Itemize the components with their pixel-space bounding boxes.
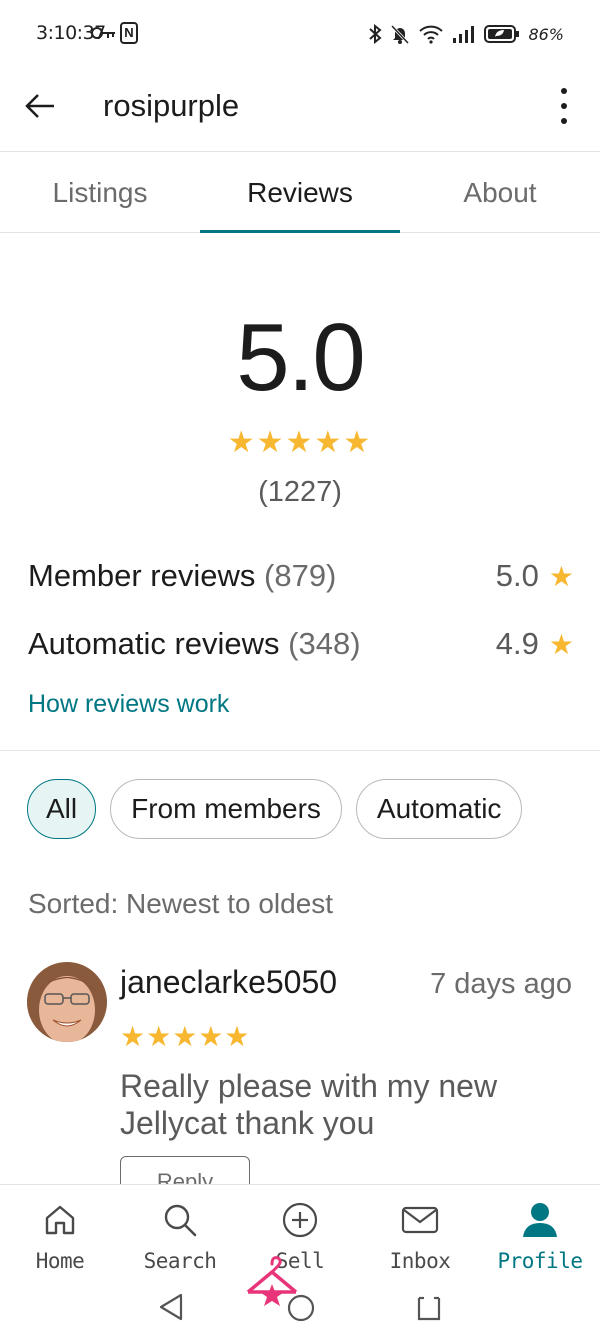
review-stars: ★★★★★ <box>120 1021 251 1052</box>
mail-icon <box>399 1199 441 1241</box>
hanger-icon <box>246 1256 298 1306</box>
review-text: Really please with my new Jellycat thank… <box>120 1068 498 1141</box>
automatic-reviews-label: Automatic reviews (348) <box>28 626 361 662</box>
member-reviews-score: 5.0 ★ <box>496 558 574 594</box>
wifi-icon <box>419 25 444 44</box>
system-navigation <box>0 1280 600 1340</box>
app-header: rosipurple <box>0 70 600 152</box>
nav-inbox-label: Inbox <box>389 1249 451 1273</box>
search-icon <box>159 1199 201 1241</box>
member-reviews-row: Member reviews (879) 5.0 ★ <box>28 556 574 596</box>
sort-label[interactable]: Sorted: Newest to oldest <box>28 888 333 920</box>
battery-level: 86% <box>528 24 564 44</box>
how-reviews-work-link[interactable]: How reviews work <box>28 690 229 719</box>
tab-about[interactable]: About <box>400 153 600 232</box>
member-score-value: 5.0 <box>495 558 539 593</box>
battery-icon <box>484 25 520 43</box>
more-options-button[interactable] <box>552 84 576 128</box>
status-bar: 3:10:37 N 86% <box>0 0 600 70</box>
tab-reviews[interactable]: Reviews <box>200 153 400 233</box>
automatic-reviews-row: Automatic reviews (348) 4.9 ★ <box>28 624 574 664</box>
bottom-navigation: Home Search Sell Inbox Profile <box>0 1184 600 1280</box>
bell-off-icon <box>391 24 410 44</box>
back-button[interactable] <box>20 86 60 126</box>
star-icon: ★ <box>548 628 574 660</box>
arrow-left-icon <box>25 94 54 118</box>
home-icon <box>39 1199 81 1241</box>
overall-stars: ★★★★★ <box>227 426 373 459</box>
nav-profile[interactable]: Profile <box>480 1185 600 1280</box>
review-filters: All From members Automatic <box>27 779 523 839</box>
member-reviews-label: Member reviews (879) <box>28 558 336 594</box>
more-dot-icon <box>561 118 567 124</box>
member-reviews-count: (879) <box>264 558 337 593</box>
key-icon <box>91 27 115 39</box>
nav-search-label: Search <box>143 1249 217 1273</box>
member-reviews-title: Member reviews <box>28 558 256 593</box>
avatar-image <box>27 962 107 1042</box>
person-icon <box>519 1199 561 1241</box>
nav-home[interactable]: Home <box>0 1185 120 1280</box>
status-icons: 86% <box>368 22 564 46</box>
more-dot-icon <box>561 88 567 94</box>
review-item: janeclarke5050 7 days ago ★★★★★ Really p… <box>0 960 600 1185</box>
page-title: rosipurple <box>103 88 240 123</box>
tab-listings[interactable]: Listings <box>0 153 200 232</box>
filter-automatic-chip[interactable]: Automatic <box>355 779 523 839</box>
review-time: 7 days ago <box>430 968 572 1000</box>
plus-circle-icon <box>279 1199 321 1241</box>
system-recent-apps-icon[interactable] <box>416 1294 442 1322</box>
bluetooth-icon <box>369 24 382 44</box>
automatic-score-value: 4.9 <box>495 626 539 661</box>
profile-tabs: Listings Reviews About <box>0 153 600 233</box>
nfc-icon: N <box>120 22 138 44</box>
star-icon: ★ <box>548 560 574 592</box>
overall-review-count: (1227) <box>258 476 342 508</box>
automatic-reviews-title: Automatic reviews <box>28 626 280 661</box>
review-username[interactable]: janeclarke5050 <box>120 964 337 1001</box>
automatic-reviews-score: 4.9 ★ <box>496 626 574 662</box>
overall-rating: 5.0 <box>236 304 365 411</box>
more-dot-icon <box>561 103 567 109</box>
reply-button[interactable]: Reply <box>120 1156 250 1185</box>
nav-profile-label: Profile <box>497 1249 583 1273</box>
signal-icon <box>453 26 475 43</box>
system-back-icon[interactable] <box>158 1292 184 1322</box>
nav-home-label: Home <box>35 1249 85 1273</box>
automatic-reviews-count: (348) <box>288 626 361 661</box>
nav-inbox[interactable]: Inbox <box>360 1185 480 1280</box>
avatar[interactable] <box>27 962 107 1042</box>
nav-search[interactable]: Search <box>120 1185 240 1280</box>
filter-members-chip[interactable]: From members <box>110 779 342 839</box>
divider <box>0 750 600 751</box>
filter-all-chip[interactable]: All <box>27 779 97 839</box>
